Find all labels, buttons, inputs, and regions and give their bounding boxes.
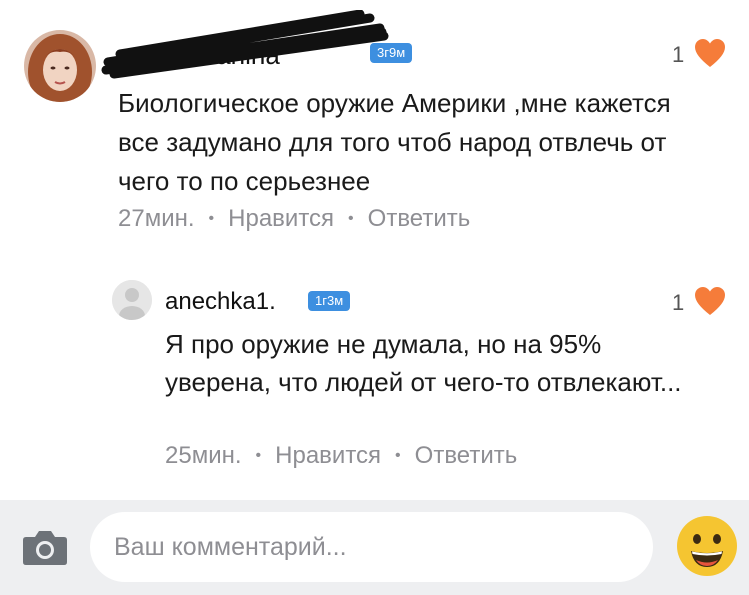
- level-badge: 3г9м: [370, 43, 413, 63]
- heart-icon[interactable]: [694, 286, 726, 316]
- avatar[interactable]: [24, 30, 96, 102]
- reply-text: Я про оружие не думала, но на 95% уверен…: [165, 329, 682, 397]
- redaction-scribble: [101, 10, 389, 79]
- smiley-icon[interactable]: [676, 515, 738, 577]
- level-badge: 1г3м: [308, 291, 351, 311]
- like-count: 1: [672, 42, 685, 67]
- reply-time: 25мин.: [165, 442, 242, 469]
- separator-dot: •: [348, 210, 354, 227]
- separator-dot: •: [208, 210, 215, 227]
- like-count: 1: [672, 290, 685, 315]
- comment-time: 27мин.: [118, 205, 195, 232]
- camera-icon[interactable]: [22, 528, 68, 566]
- comment-meta: 27мин. • Нравится • Ответить: [118, 205, 470, 233]
- comment-text: Биологическое оружие Америки ,мне кажетс…: [118, 88, 671, 196]
- reply-link[interactable]: Ответить: [368, 205, 471, 232]
- like-link[interactable]: Нравится: [275, 442, 381, 469]
- comments-list: mariamilahina 3г9м 1 Биологическое оружи…: [0, 0, 749, 500]
- separator-dot: •: [395, 447, 401, 464]
- like-link[interactable]: Нравится: [228, 205, 334, 232]
- reply-meta: 25мин. • Нравится • Ответить: [165, 442, 517, 470]
- reply-username[interactable]: anechka1.: [165, 288, 276, 316]
- heart-icon[interactable]: [694, 38, 726, 68]
- reply-link[interactable]: Ответить: [415, 442, 518, 469]
- reply-avatar[interactable]: [112, 280, 152, 320]
- separator-dot: •: [255, 447, 262, 464]
- comment-input[interactable]: [90, 512, 653, 582]
